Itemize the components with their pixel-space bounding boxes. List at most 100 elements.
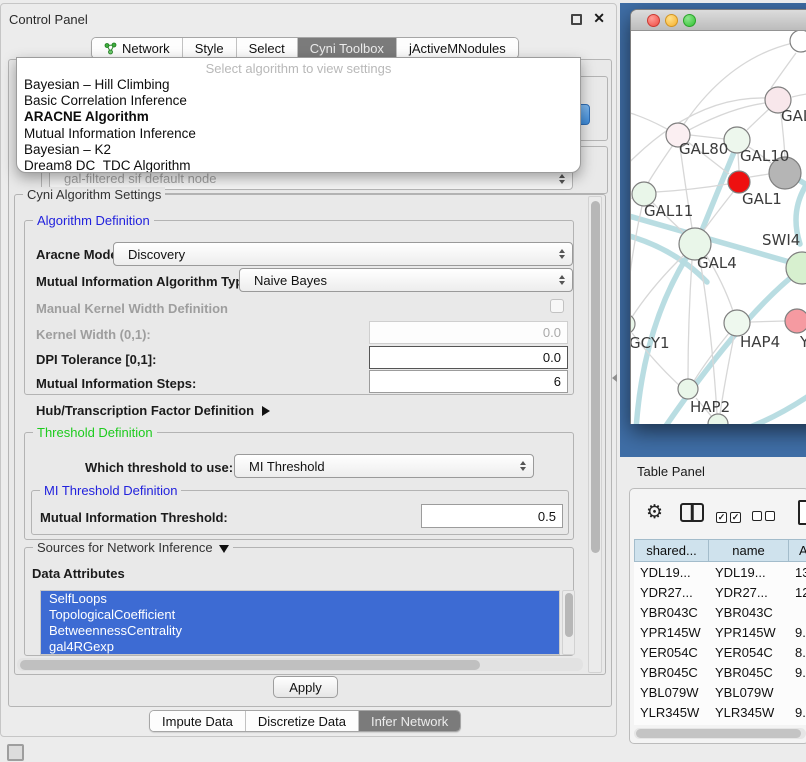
table-header-row: shared... name A: [634, 539, 806, 562]
tab-discretize-data[interactable]: Discretize Data: [246, 711, 359, 731]
tab-cyni-toolbox[interactable]: Cyni Toolbox: [298, 38, 397, 58]
tab-infer-network[interactable]: Infer Network: [359, 711, 460, 731]
manual-kernel-checkbox[interactable]: [550, 299, 564, 313]
attribute-list-item[interactable]: gal4RGexp: [41, 639, 559, 655]
table-row[interactable]: YBL079WYBL079W: [634, 682, 806, 702]
column-header-shared[interactable]: shared...: [634, 539, 709, 562]
algorithm-option[interactable]: Dream8 DC_TDC Algorithm: [17, 158, 580, 173]
table-cell: YDR27...: [634, 585, 709, 600]
data-attributes-list[interactable]: SelfLoopsTopologicalCoefficientBetweenne…: [40, 590, 560, 655]
minimized-panel-icon[interactable]: [7, 744, 24, 761]
table-cell: YIL052C: [709, 725, 789, 726]
table-cell: YLR345W: [709, 705, 789, 720]
splitpane-divider-arrow-icon[interactable]: [612, 374, 617, 382]
table-row[interactable]: YLR345WYLR345W9.: [634, 702, 806, 722]
which-threshold-combo[interactable]: MI Threshold: [234, 454, 534, 478]
tab-network[interactable]: Network: [92, 38, 183, 58]
attributes-vscrollbar-thumb[interactable]: [565, 593, 573, 637]
settings-hscrollbar-thumb[interactable]: [20, 660, 480, 670]
algorithm-option[interactable]: Bayesian – Hill Climbing: [17, 77, 580, 93]
table-row[interactable]: YIL052CYIL052C0.: [634, 722, 806, 725]
close-panel-icon[interactable]: ✕: [593, 10, 605, 27]
threshold-definition-title: Threshold Definition: [33, 425, 157, 440]
table-cell: YIL052C: [634, 725, 709, 726]
close-traffic-icon[interactable]: [647, 14, 660, 27]
mi-steps-label: Mutual Information Steps:: [36, 376, 196, 391]
table-cell: YBL079W: [634, 685, 709, 700]
network-window-titlebar[interactable]: [631, 10, 806, 31]
dpi-tolerance-input[interactable]: 0.0: [369, 346, 568, 369]
network-node-label: GAL: [781, 107, 806, 125]
table-row[interactable]: YDL19...YDL19...13: [634, 562, 806, 582]
settings-vscrollbar[interactable]: [588, 196, 602, 673]
algorithm-option[interactable]: ARACNE Algorithm: [17, 109, 580, 125]
tab-impute-data[interactable]: Impute Data: [150, 711, 246, 731]
hub-definition-toggle[interactable]: Hub/Transcription Factor Definition: [36, 403, 270, 418]
attribute-list-item[interactable]: TopologicalCoefficient: [41, 607, 559, 623]
table-cell: YPR145W: [709, 625, 789, 640]
table-cell: 13: [789, 565, 806, 580]
table-row[interactable]: YPR145WYPR145W9.: [634, 622, 806, 642]
float-panel-icon[interactable]: [571, 14, 582, 25]
table-cell: 12: [789, 585, 806, 600]
select-all-checkboxes-icon[interactable]: ✓✓: [716, 507, 744, 525]
network-node-label: GAL11: [644, 202, 693, 220]
deselect-all-checkboxes-icon[interactable]: [752, 508, 778, 526]
network-edge: [738, 153, 739, 170]
network-node[interactable]: [790, 31, 806, 52]
document-icon[interactable]: [798, 500, 806, 525]
sources-title[interactable]: Sources for Network Inference: [33, 540, 233, 555]
mi-threshold-label: Mutual Information Threshold:: [40, 510, 228, 525]
network-edge: [747, 109, 769, 130]
mi-type-combo[interactable]: Naive Bayes: [239, 268, 573, 292]
table-hscrollbar[interactable]: [634, 728, 806, 739]
algorithm-popup: Select algorithm to view settings Bayesi…: [16, 57, 581, 173]
attributes-vscrollbar[interactable]: [562, 590, 575, 655]
table-panel: ⚙ ✓✓ shared... name A YDL19...YDL19...13…: [629, 488, 806, 744]
tab-jactivemnodules[interactable]: jActiveMNodules: [397, 38, 518, 58]
mi-type-label: Mutual Information Algorithm Type:: [36, 274, 255, 289]
combo-arrows-icon: [520, 461, 526, 471]
table-row[interactable]: YDR27...YDR27...12: [634, 582, 806, 602]
column-header-name[interactable]: name: [709, 539, 789, 562]
table-hscrollbar-thumb[interactable]: [636, 729, 801, 738]
table-row[interactable]: YER054CYER054C8.: [634, 642, 806, 662]
data-attributes-label: Data Attributes: [32, 566, 125, 581]
network-node-Y[interactable]: [785, 309, 806, 333]
aracne-mode-combo[interactable]: Discovery: [113, 242, 573, 266]
attribute-list-item[interactable]: BetweennessCentrality: [41, 623, 559, 639]
minimize-traffic-icon[interactable]: [665, 14, 678, 27]
table-cell: YBR045C: [634, 665, 709, 680]
algorithm-option[interactable]: Bayesian – K2: [17, 142, 580, 158]
table-cell: YBR043C: [634, 605, 709, 620]
mi-steps-input[interactable]: 6: [369, 370, 568, 393]
algorithm-option[interactable]: Basic Correlation Inference: [17, 93, 580, 109]
settings-vscrollbar-thumb[interactable]: [591, 201, 600, 553]
kernel-width-input[interactable]: 0.0: [369, 321, 568, 344]
column-header-third[interactable]: A: [789, 539, 806, 562]
network-node-label: Y: [799, 333, 806, 351]
mi-threshold-input[interactable]: 0.5: [421, 504, 563, 528]
table-row[interactable]: YBR043CYBR043C: [634, 602, 806, 622]
settings-hscrollbar[interactable]: [17, 658, 583, 671]
zoom-traffic-icon[interactable]: [683, 14, 696, 27]
table-row[interactable]: YBR045CYBR045C9.: [634, 662, 806, 682]
attribute-list-item[interactable]: SelfLoops: [41, 591, 559, 607]
table-body[interactable]: YDL19...YDL19...13YDR27...YDR27...12YBR0…: [634, 562, 806, 725]
gear-icon[interactable]: ⚙: [646, 501, 663, 523]
settings-group-title: Cyni Algorithm Settings: [23, 187, 165, 202]
network-node-HAP2[interactable]: [678, 379, 698, 399]
tab-style[interactable]: Style: [183, 38, 237, 58]
apply-button[interactable]: Apply: [273, 676, 338, 698]
split-columns-icon[interactable]: [680, 503, 704, 522]
network-edge: [631, 198, 632, 202]
network-node-GCY1[interactable]: [631, 314, 635, 334]
tab-select[interactable]: Select: [237, 38, 298, 58]
tab-label: Network: [122, 41, 170, 56]
network-node-label: GAL4: [697, 254, 737, 272]
network-canvas[interactable]: GALGAL80GAL10GAL1GAL11GAL4SWI4GCY1HAP4YH…: [631, 31, 806, 424]
algorithm-option[interactable]: Mutual Information Inference: [17, 126, 580, 142]
table-cell: 0.: [789, 725, 806, 726]
network-edge: [698, 145, 737, 240]
combo-arrows-icon: [559, 249, 565, 259]
